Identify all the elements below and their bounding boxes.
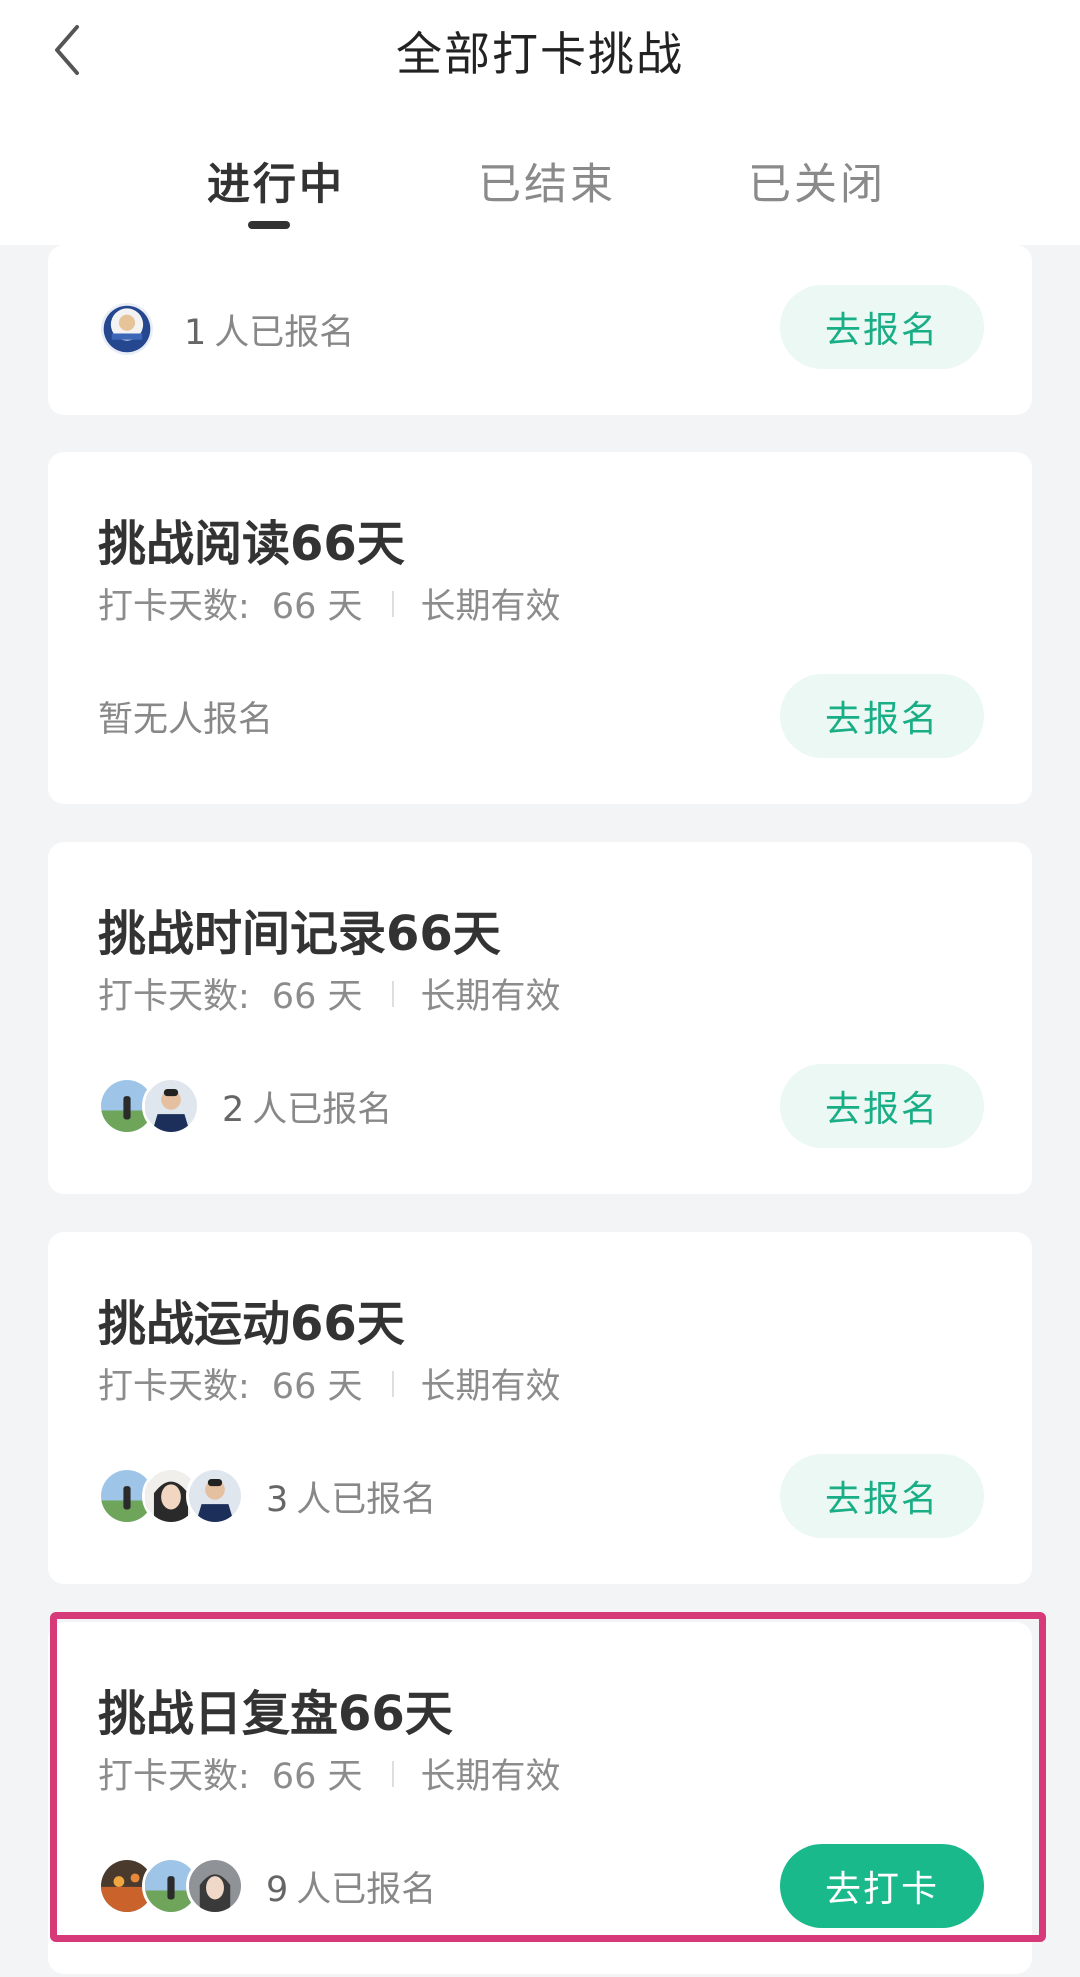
challenge-card: 挑战日复盘66天 打卡天数: 66 天 长期有效 9 人已报名 去打卡 [48,1622,1032,1974]
challenge-card: 挑战阅读66天 打卡天数: 66 天 长期有效 暂无人报名 去报名 [48,452,1032,804]
enroll-info: 2 人已报名 [98,1074,392,1138]
challenge-card: 挑战时间记录66天 打卡天数: 66 天 长期有效 2 人已报名 去报名 [48,842,1032,1194]
enroll-info: 9 人已报名 [98,1854,436,1918]
avatar [98,300,156,358]
challenge-title: 挑战日复盘66天 [98,1686,453,1742]
page-title: 全部打卡挑战 [396,27,684,81]
enroll-count-text: 暂无人报名 [98,699,274,740]
signup-button[interactable]: 去报名 [780,674,984,758]
active-tab-indicator [248,221,290,229]
avatar [186,1467,244,1525]
meta-divider [392,1760,395,1787]
avatar-group [98,1077,200,1135]
enroll-info: 暂无人报名 [98,684,273,748]
days-label: 打卡天数: [98,1757,250,1797]
tab-bar: 进行中 已结束 已关闭 [0,150,1080,245]
challenge-meta: 打卡天数: 66 天 长期有效 [98,578,560,629]
challenge-title: 挑战运动66天 [98,1296,405,1352]
tab-in-progress[interactable]: 进行中 [207,150,345,212]
challenge-meta: 打卡天数: 66 天 长期有效 [98,968,560,1019]
challenge-title: 挑战时间记录66天 [98,906,501,962]
avatar-group [98,1857,244,1915]
days-value: 66 天 [271,1367,363,1407]
validity-text: 长期有效 [420,1367,561,1407]
enroll-count-text: 2 人已报名 [222,1089,393,1130]
days-value: 66 天 [271,587,363,627]
meta-divider [392,590,395,617]
meta-divider [392,980,395,1007]
validity-text: 长期有效 [420,977,561,1017]
challenge-card: 挑战运动66天 打卡天数: 66 天 长期有效 3 人已报名 去报名 [48,1232,1032,1584]
validity-text: 长期有效 [420,1757,561,1797]
days-value: 66 天 [271,1757,363,1797]
validity-text: 长期有效 [420,587,561,627]
checkin-button[interactable]: 去打卡 [780,1844,984,1928]
top-bar: 全部打卡挑战 进行中 已结束 已关闭 [0,0,1080,245]
signup-button[interactable]: 去报名 [780,285,984,369]
enroll-count-text: 9 人已报名 [266,1869,437,1910]
enroll-info: 1 人已报名 [98,297,354,361]
avatar-group [98,1467,244,1525]
avatar [186,1857,244,1915]
days-label: 打卡天数: [98,587,250,627]
days-value: 66 天 [271,977,363,1017]
challenge-meta: 打卡天数: 66 天 长期有效 [98,1358,560,1409]
signup-button[interactable]: 去报名 [780,1064,984,1148]
enroll-count-text: 1 人已报名 [184,312,355,353]
signup-button[interactable]: 去报名 [780,1454,984,1538]
tab-closed[interactable]: 已关闭 [748,150,886,212]
days-label: 打卡天数: [98,1367,250,1407]
avatar-group [98,300,156,358]
avatar [142,1077,200,1135]
challenge-card: 1 人已报名 去报名 [48,245,1032,415]
enroll-count-text: 3 人已报名 [266,1479,437,1520]
challenge-meta: 打卡天数: 66 天 长期有效 [98,1748,560,1799]
meta-divider [392,1370,395,1397]
enroll-info: 3 人已报名 [98,1464,436,1528]
challenge-title: 挑战阅读66天 [98,516,405,572]
tab-ended[interactable]: 已结束 [478,150,616,212]
days-label: 打卡天数: [98,977,250,1017]
